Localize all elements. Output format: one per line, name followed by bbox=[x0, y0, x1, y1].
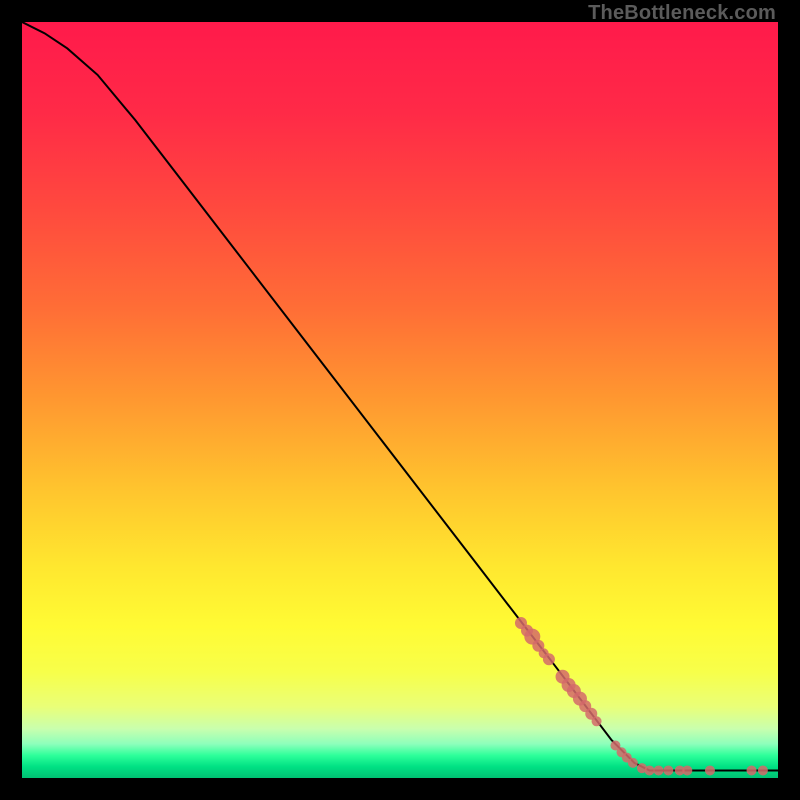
data-point bbox=[654, 765, 664, 775]
data-point bbox=[705, 765, 715, 775]
data-point bbox=[682, 765, 692, 775]
data-point bbox=[628, 758, 638, 768]
data-point bbox=[758, 765, 768, 775]
data-point bbox=[747, 765, 757, 775]
chart-plot bbox=[22, 22, 778, 778]
data-point bbox=[543, 653, 555, 665]
data-point bbox=[644, 765, 654, 775]
plot-background bbox=[22, 22, 778, 778]
data-point bbox=[592, 716, 602, 726]
data-point bbox=[663, 765, 673, 775]
chart-frame: TheBottleneck.com bbox=[0, 0, 800, 800]
